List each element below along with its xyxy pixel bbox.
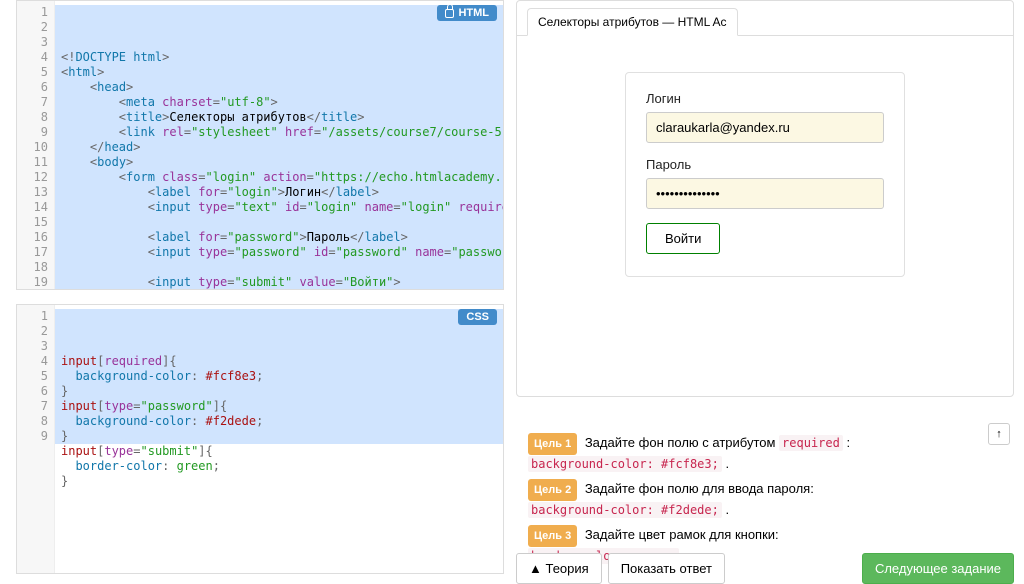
goal-item: Цель 1 Задайте фон полю с атрибутом requ… [528,433,1002,473]
css-gutter: 123456789 [17,305,55,573]
login-label: Логин [646,91,884,106]
goal-item: Цель 2 Задайте фон полю для ввода пароля… [528,479,1002,519]
show-answer-button[interactable]: Показать ответ [608,553,725,584]
submit-button[interactable] [646,223,720,254]
css-badge: CSS [458,309,497,325]
login-input[interactable] [646,112,884,143]
arrow-up-icon: ↑ [996,428,1002,440]
html-editor[interactable]: HTML 12345678910111213141516171819 <!DOC… [16,0,504,290]
css-code[interactable]: input[required]{ background-color: #fcf8… [55,305,503,573]
lock-icon [445,9,454,18]
theory-button[interactable]: ▲ Теория [516,553,602,584]
scroll-up-button[interactable]: ↑ [988,423,1010,445]
goals-panel: ↑ Цель 1 Задайте фон полю с атрибутом re… [516,425,1014,565]
preview-tab[interactable]: Селекторы атрибутов — HTML Ac [527,8,738,36]
goal-badge: Цель 3 [528,525,577,547]
goal-badge: Цель 2 [528,479,577,501]
next-task-button[interactable]: Следующее задание [862,553,1014,584]
html-badge: HTML [437,5,497,21]
password-label: Пароль [646,157,884,172]
password-input[interactable] [646,178,884,209]
goal-badge: Цель 1 [528,433,577,455]
preview-panel: Селекторы атрибутов — HTML Ac Логин Паро… [516,0,1014,397]
login-form: Логин Пароль [625,72,905,277]
html-gutter: 12345678910111213141516171819 [17,1,55,289]
css-editor[interactable]: CSS 123456789 input[required]{ backgroun… [16,304,504,574]
html-code[interactable]: <!DOCTYPE html><html> <head> <meta chars… [55,1,503,289]
